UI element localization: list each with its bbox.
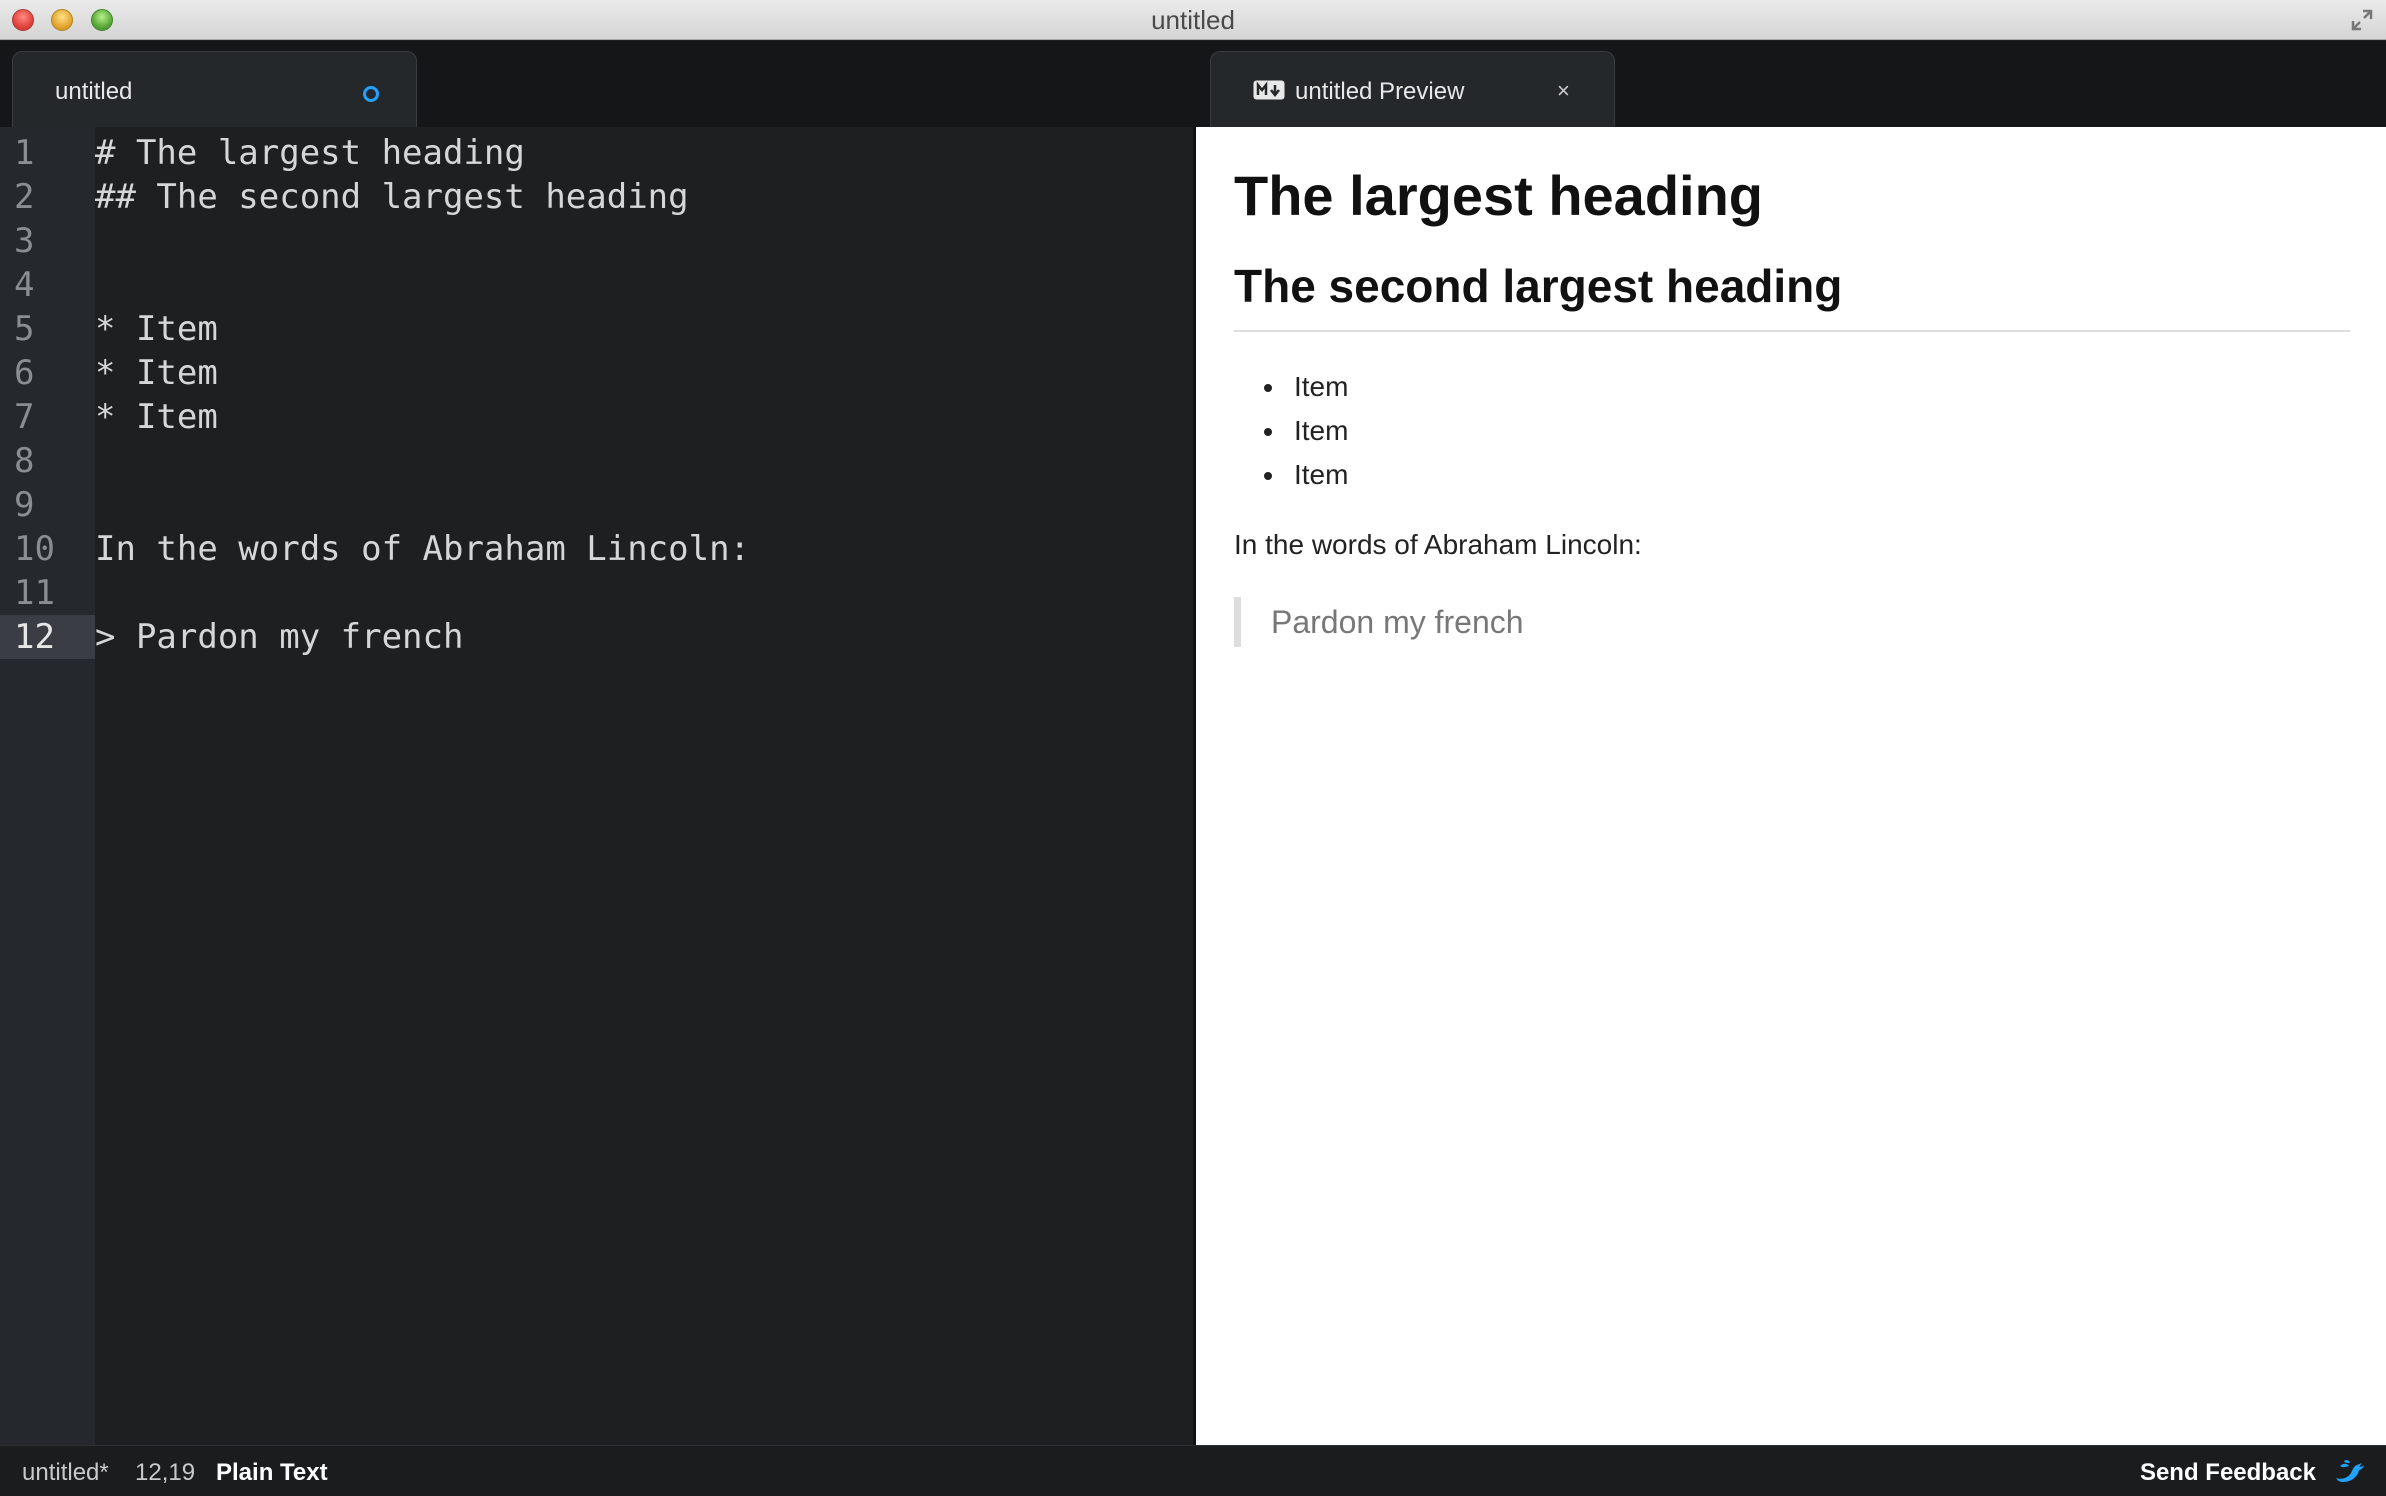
preview-heading-2: The second largest heading <box>1234 260 1843 312</box>
preview-paragraph: In the words of Abraham Lincoln: <box>1234 529 1642 560</box>
list-item: Item <box>1234 365 1348 409</box>
fullscreen-icon[interactable] <box>2350 8 2374 32</box>
bird-icon[interactable] <box>2334 1458 2366 1484</box>
code-line[interactable]: * Item <box>95 351 218 395</box>
syntax-selector[interactable]: Plain Text <box>216 1459 328 1487</box>
window-title: untitled <box>1151 5 1235 35</box>
list-item-text: Item <box>1294 415 1349 446</box>
line-number: 11 <box>14 573 55 613</box>
cursor-position[interactable]: 12,19 <box>135 1459 195 1487</box>
code-line[interactable]: ## The second largest heading <box>95 175 689 219</box>
bullet-icon <box>1264 472 1272 480</box>
code-line[interactable]: In the words of Abraham Lincoln: <box>95 527 750 571</box>
line-number: 5 <box>14 309 35 349</box>
line-number: 9 <box>14 485 35 525</box>
markdown-icon <box>1253 80 1285 100</box>
preview-heading-1: The largest heading <box>1234 164 1763 227</box>
line-number: 3 <box>14 221 35 261</box>
line-number: 8 <box>14 441 35 481</box>
list-item-text: Item <box>1294 459 1349 490</box>
line-number-active: 12 <box>0 615 95 659</box>
send-feedback-link[interactable]: Send Feedback <box>2140 1459 2316 1487</box>
close-tab-icon[interactable]: × <box>1557 80 1570 102</box>
line-number: 6 <box>14 353 35 393</box>
line-number-gutter: 1 2 3 4 5 6 7 8 9 10 11 12 <box>0 127 95 1445</box>
preview-blockquote: Pardon my french <box>1234 597 1524 647</box>
code-line[interactable]: * Item <box>95 395 218 439</box>
code-line[interactable]: # The largest heading <box>95 131 525 175</box>
tab-bar: untitled untitled Preview × <box>0 41 2386 127</box>
list-item: Item <box>1234 409 1348 453</box>
title-bar: untitled <box>0 0 2386 40</box>
heading-underline <box>1234 330 2350 332</box>
editor-pane[interactable]: 1 2 3 4 5 6 7 8 9 10 11 12 # The largest… <box>0 127 1193 1445</box>
preview-list: Item Item Item <box>1234 365 1348 497</box>
line-number: 7 <box>14 397 35 437</box>
line-number: 1 <box>14 133 35 173</box>
line-number: 2 <box>14 177 35 217</box>
unsaved-indicator-icon[interactable] <box>363 86 379 102</box>
bullet-icon <box>1264 428 1272 436</box>
markdown-preview-pane: The largest heading The second largest h… <box>1196 127 2386 1445</box>
status-file-name: untitled* <box>22 1459 109 1486</box>
list-item-text: Item <box>1294 371 1349 402</box>
tab-label: untitled <box>55 78 133 105</box>
status-bar: untitled* 12,19 Plain Text Send Feedback <box>0 1445 2386 1496</box>
tab-label: untitled Preview <box>1295 78 1465 105</box>
line-number: 10 <box>14 529 55 569</box>
code-line[interactable]: * Item <box>95 307 218 351</box>
tab-untitled-preview[interactable]: untitled Preview × <box>1210 51 1615 127</box>
list-item: Item <box>1234 453 1348 497</box>
code-line-active[interactable]: > Pardon my french <box>95 615 463 659</box>
line-number: 4 <box>14 265 35 305</box>
tab-untitled[interactable]: untitled <box>12 51 417 127</box>
bullet-icon <box>1264 384 1272 392</box>
